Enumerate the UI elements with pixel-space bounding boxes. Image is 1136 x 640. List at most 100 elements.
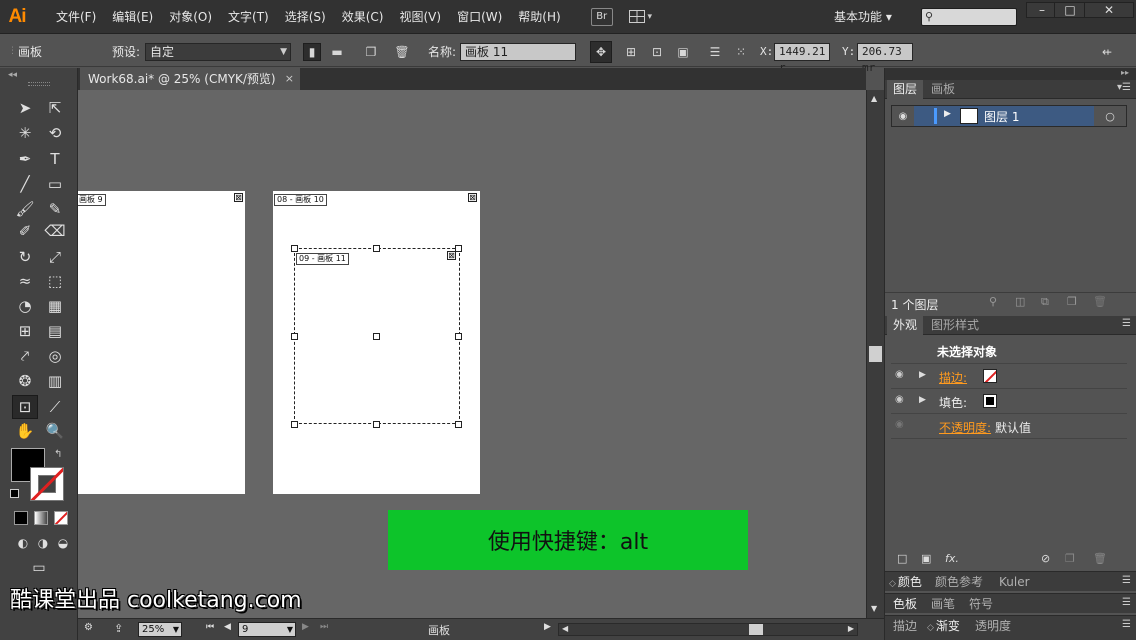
appearance-row-opacity[interactable]: ◉ 不透明度: 默认值 [891, 415, 1127, 439]
artboard-10-delete-icon[interactable]: ⊠ [468, 193, 477, 202]
direct-selection-tool-icon[interactable]: ⇱ [42, 96, 68, 120]
new-layer-icon[interactable]: ❐ [1067, 295, 1077, 308]
scroll-right-icon[interactable]: ▶ [848, 624, 854, 633]
appearance-row-fill[interactable]: ◉ ▶ 填色: [891, 390, 1127, 414]
layer-name[interactable]: 图层 1 [984, 108, 1019, 125]
preset-dropdown[interactable]: 自定 ▼ [145, 43, 291, 61]
menu-edit[interactable]: 编辑(E) [104, 0, 161, 34]
tab-stroke[interactable]: 描边 [893, 616, 917, 636]
share-icon[interactable]: ⇪ [114, 622, 123, 635]
first-artboard-icon[interactable]: ⏮ [206, 622, 214, 632]
stroke-swatch-none[interactable] [983, 369, 997, 383]
swap-colors-icon[interactable]: ↰ [54, 449, 62, 460]
artboard-options-icon[interactable]: ☰ [706, 43, 724, 61]
eraser-tool-icon[interactable]: ⌫ [42, 219, 68, 243]
selection-tool-icon[interactable]: ➤ [12, 96, 38, 120]
panel-menu-icon[interactable]: ☰ [1122, 597, 1131, 608]
perspective-grid-tool-icon[interactable]: ▦ [42, 294, 68, 318]
close-document-icon[interactable]: × [285, 68, 294, 90]
blob-brush-tool-icon[interactable]: ✐ [12, 219, 38, 243]
document-tab[interactable]: Work68.ai* @ 25% (CMYK/预览) × [80, 68, 300, 90]
slice-tool-icon[interactable]: ⟋ [42, 395, 68, 419]
artboard-9-delete-icon[interactable]: ⊠ [234, 193, 243, 202]
vertical-scroll-thumb[interactable] [869, 346, 882, 362]
artboard-name-input[interactable]: 画板 11 [460, 43, 576, 61]
menu-view[interactable]: 视图(V) [391, 0, 449, 34]
add-fill-icon[interactable]: ▣ [921, 552, 931, 565]
menu-help[interactable]: 帮助(H) [510, 0, 568, 34]
width-tool-icon[interactable]: ≈ [12, 269, 38, 293]
last-artboard-icon[interactable]: ⏭ [320, 622, 328, 632]
expand-arrows-icon[interactable]: ▸▸ [1121, 68, 1129, 77]
panel-menu-icon[interactable]: ▾☰ [1117, 82, 1131, 93]
target-circle-icon[interactable]: ○ [1094, 106, 1126, 126]
panel-menu-icon[interactable]: ☰ [1122, 575, 1131, 586]
center-handle[interactable] [373, 333, 380, 340]
resize-handle-r[interactable] [455, 333, 462, 340]
resize-handle-b[interactable] [373, 421, 380, 428]
resize-handle-br[interactable] [455, 421, 462, 428]
horizontal-scroll-thumb[interactable] [749, 624, 763, 635]
visibility-eye-icon[interactable]: ◉ [892, 106, 914, 126]
dock-collapse-strip[interactable]: ▸▸ [885, 68, 1136, 80]
symbol-sprayer-tool-icon[interactable]: ❂ [12, 369, 38, 393]
toolbar-grip[interactable] [28, 82, 50, 86]
draw-inside-icon[interactable]: ◒ [50, 531, 76, 555]
status-menu-icon[interactable]: ▶ [544, 622, 551, 632]
expand-triangle-icon[interactable]: ▶ [919, 370, 926, 380]
lasso-tool-icon[interactable]: ⟲ [42, 121, 68, 145]
resize-handle-tr[interactable] [455, 245, 462, 252]
arrange-documents-icon[interactable]: ▾ [628, 8, 659, 26]
gradient-mode-icon[interactable] [34, 511, 48, 525]
y-input[interactable]: 206.73 mr [857, 43, 913, 74]
pen-tool-icon[interactable]: ✒ [12, 147, 38, 171]
horizontal-scrollbar[interactable]: ◀ ▶ [558, 623, 858, 636]
portrait-icon[interactable]: ▮ [303, 43, 321, 61]
panel-menu-icon[interactable]: ☰ [1122, 318, 1131, 329]
clear-appearance-icon[interactable]: ⊘ [1041, 552, 1050, 565]
stroke-label-link[interactable]: 描边: [939, 369, 967, 386]
fill-swatch-black[interactable] [983, 394, 997, 408]
line-tool-icon[interactable]: ╱ [12, 172, 38, 196]
tab-kuler[interactable]: Kuler [999, 572, 1030, 592]
tab-transparency[interactable]: 透明度 [975, 616, 1011, 636]
panel-menu-icon[interactable]: ☰ [1122, 619, 1131, 630]
tab-brushes[interactable]: 画笔 [931, 594, 955, 614]
close-window-button[interactable]: ✕ [1084, 2, 1134, 18]
appearance-row-stroke[interactable]: ◉ ▶ 描边: [891, 365, 1127, 389]
new-artboard-icon[interactable]: ❐ [362, 43, 380, 61]
magic-wand-tool-icon[interactable]: ✳ [12, 121, 38, 145]
maximize-button[interactable]: □ [1054, 2, 1086, 18]
shape-builder-tool-icon[interactable]: ◔ [12, 294, 38, 318]
eyedropper-tool-icon[interactable]: ⤤ [12, 344, 38, 368]
type-tool-icon[interactable]: T [42, 147, 68, 171]
scroll-down-icon[interactable]: ▼ [871, 604, 877, 613]
artboard-11-delete-icon[interactable]: ⊠ [447, 251, 456, 260]
color-mode-icon[interactable] [14, 511, 28, 525]
stroke-color-swatch[interactable] [30, 467, 64, 501]
tab-appearance[interactable]: 外观 [887, 316, 924, 335]
resize-handle-l[interactable] [291, 333, 298, 340]
resize-handle-tl[interactable] [291, 245, 298, 252]
menu-file[interactable]: 文件(F) [48, 0, 104, 34]
workspace-switcher[interactable]: 基本功能 ▾ [834, 8, 892, 25]
artboard-number-dropdown[interactable]: 9 ▼ [238, 622, 296, 637]
collapse-arrows-icon[interactable]: ◂◂ [8, 70, 17, 80]
artboard-tool-icon[interactable]: ⊡ [12, 395, 38, 419]
visibility-eye-icon[interactable]: ◉ [895, 369, 904, 380]
visibility-eye-icon[interactable]: ◉ [895, 419, 904, 430]
add-stroke-icon[interactable]: □ [897, 552, 907, 565]
visibility-eye-icon[interactable]: ◉ [895, 394, 904, 405]
delete-artboard-icon[interactable]: 🗑 [393, 43, 411, 61]
zoom-dropdown[interactable]: 25% ▼ [138, 622, 182, 637]
gradient-tool-icon[interactable]: ▤ [42, 319, 68, 343]
reference-point-icon[interactable]: ⁙ [732, 43, 750, 61]
scroll-left-icon[interactable]: ◀ [562, 624, 568, 633]
tab-symbols[interactable]: 符号 [969, 594, 993, 614]
new-sublayer-icon[interactable]: ⧉ [1041, 295, 1049, 309]
none-mode-icon[interactable] [54, 511, 68, 525]
tab-artboards[interactable]: 画板 [925, 80, 961, 99]
next-artboard-icon[interactable]: ▶ [302, 622, 309, 632]
gpu-icon[interactable]: ⚙ [84, 622, 93, 633]
tab-gradient[interactable]: ◇ 渐变 [927, 616, 960, 636]
